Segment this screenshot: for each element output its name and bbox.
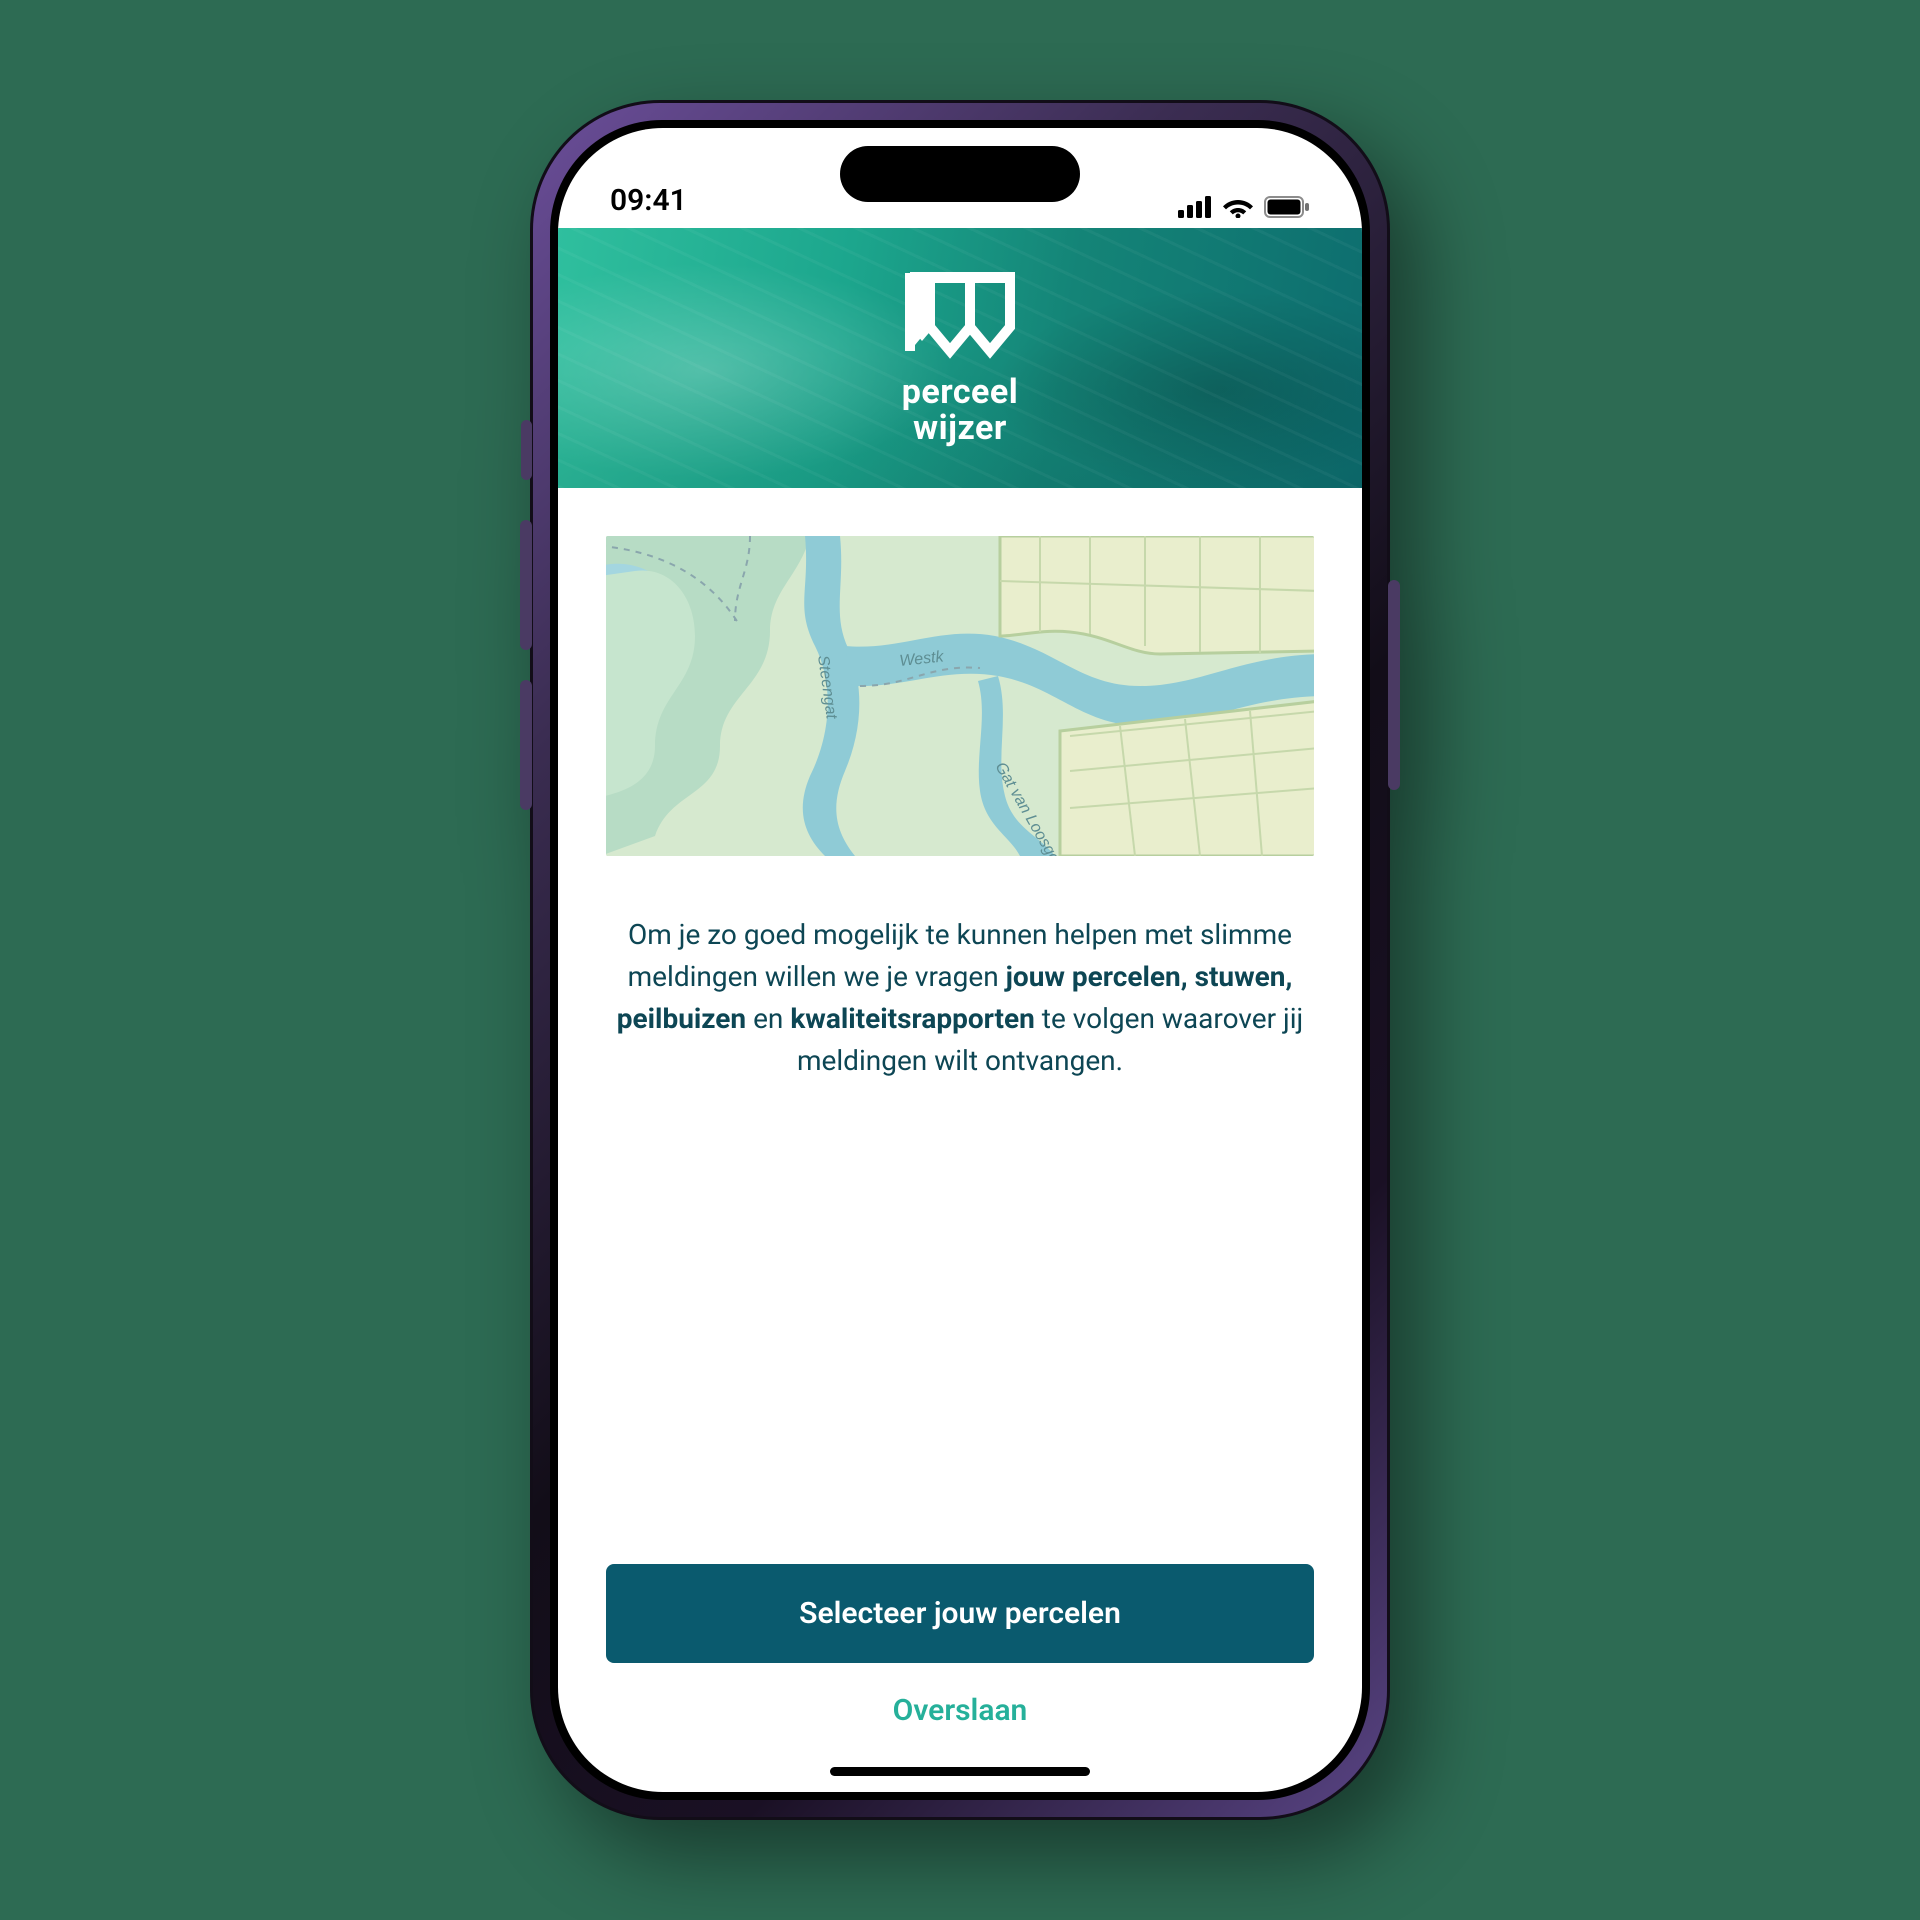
- battery-icon: [1264, 196, 1310, 218]
- screen: 09:41: [558, 128, 1362, 1792]
- logo-line-2: wijzer: [902, 411, 1019, 447]
- volume-up-button: [520, 520, 532, 650]
- onboarding-intro-text: Om je zo goed mogelijk te kunnen helpen …: [606, 914, 1314, 1082]
- select-parcels-button[interactable]: Selecteer jouw percelen: [606, 1564, 1314, 1663]
- silent-switch: [521, 420, 532, 480]
- map-illustration: Westk Gat van Loosgouw Steengat: [606, 536, 1314, 856]
- intro-part2: en: [746, 1002, 790, 1035]
- app-logo: perceel wijzer: [558, 228, 1362, 488]
- phone-frame: 09:41: [530, 100, 1390, 1820]
- onboarding-content: Westk Gat van Loosgouw Steengat Om je zo…: [558, 488, 1362, 1792]
- volume-down-button: [520, 680, 532, 810]
- status-right: [1178, 196, 1310, 218]
- home-indicator: [830, 1767, 1090, 1776]
- app-logo-text: perceel wijzer: [902, 375, 1019, 446]
- cellular-icon: [1178, 196, 1212, 218]
- wifi-icon: [1222, 196, 1254, 218]
- logo-line-1: perceel: [902, 375, 1019, 411]
- notch: [840, 146, 1080, 202]
- intro-bold2: kwaliteitsrapporten: [790, 1002, 1035, 1035]
- status-time: 09:41: [610, 183, 687, 218]
- power-button: [1388, 580, 1400, 790]
- app-logo-icon: [900, 269, 1020, 369]
- skip-button[interactable]: Overslaan: [606, 1693, 1314, 1728]
- app-header-banner: perceel wijzer: [558, 228, 1362, 488]
